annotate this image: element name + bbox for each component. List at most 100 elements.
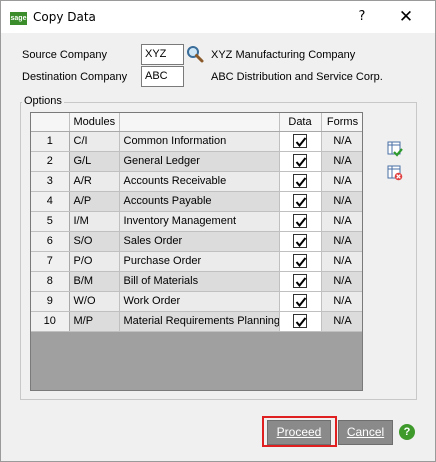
- table-row[interactable]: 7 P/O Purchase Order N/A: [31, 251, 362, 272]
- forms-value: N/A: [321, 131, 362, 152]
- data-cell[interactable]: [279, 211, 322, 232]
- select-all-icon[interactable]: [387, 141, 403, 157]
- module-name: Accounts Payable: [119, 191, 280, 212]
- row-number: 8: [31, 271, 70, 292]
- forms-value: N/A: [321, 271, 362, 292]
- module-code: C/I: [69, 131, 120, 152]
- source-company-name: XYZ Manufacturing Company: [211, 49, 356, 61]
- data-checkbox[interactable]: [293, 254, 307, 268]
- module-code: A/R: [69, 171, 120, 192]
- proceed-button[interactable]: Proceed: [267, 420, 331, 445]
- data-checkbox[interactable]: [293, 274, 307, 288]
- sage-app-icon: sage: [10, 12, 27, 25]
- table-row[interactable]: 6 S/O Sales Order N/A: [31, 231, 362, 252]
- data-cell[interactable]: [279, 171, 322, 192]
- data-checkbox[interactable]: [293, 314, 307, 328]
- forms-value: N/A: [321, 171, 362, 192]
- module-name: Work Order: [119, 291, 280, 312]
- data-cell[interactable]: [279, 191, 322, 212]
- data-cell[interactable]: [279, 271, 322, 292]
- row-number: 2: [31, 151, 70, 172]
- table-row[interactable]: 8 B/M Bill of Materials N/A: [31, 271, 362, 292]
- data-cell[interactable]: [279, 131, 322, 152]
- data-checkbox[interactable]: [293, 234, 307, 248]
- clear-all-icon[interactable]: [387, 165, 403, 181]
- grid-header-data[interactable]: Data: [279, 113, 322, 132]
- module-name: Common Information: [119, 131, 280, 152]
- forms-value: N/A: [321, 211, 362, 232]
- forms-value: N/A: [321, 291, 362, 312]
- source-company-label: Source Company: [22, 49, 107, 61]
- checkmark-icon: [295, 157, 307, 168]
- row-number: 5: [31, 211, 70, 232]
- forms-value: N/A: [321, 311, 362, 332]
- module-code: I/M: [69, 211, 120, 232]
- row-number: 1: [31, 131, 70, 152]
- forms-value: N/A: [321, 231, 362, 252]
- table-row[interactable]: 10 M/P Material Requirements Planning N/A: [31, 311, 362, 332]
- table-row[interactable]: 5 I/M Inventory Management N/A: [31, 211, 362, 232]
- data-checkbox[interactable]: [293, 214, 307, 228]
- grid-header-forms[interactable]: Forms: [321, 113, 362, 132]
- destination-company-name: ABC Distribution and Service Corp.: [211, 71, 383, 83]
- row-number: 3: [31, 171, 70, 192]
- data-checkbox[interactable]: [293, 174, 307, 188]
- checkmark-icon: [295, 257, 307, 268]
- grid-header-name[interactable]: [119, 113, 280, 132]
- grid-header-corner: [31, 113, 70, 132]
- module-name: Inventory Management: [119, 211, 280, 232]
- module-code: A/P: [69, 191, 120, 212]
- source-company-field[interactable]: XYZ: [141, 44, 184, 65]
- table-row[interactable]: 2 G/L General Ledger N/A: [31, 151, 362, 172]
- forms-value: N/A: [321, 151, 362, 172]
- help-icon[interactable]: ?: [399, 424, 415, 440]
- search-icon[interactable]: [185, 44, 205, 64]
- data-checkbox[interactable]: [293, 194, 307, 208]
- data-checkbox[interactable]: [293, 134, 307, 148]
- module-code: P/O: [69, 251, 120, 272]
- row-number: 4: [31, 191, 70, 212]
- module-name: Sales Order: [119, 231, 280, 252]
- module-code: B/M: [69, 271, 120, 292]
- checkmark-icon: [295, 177, 307, 188]
- data-checkbox[interactable]: [293, 294, 307, 308]
- checkmark-icon: [295, 197, 307, 208]
- grid-header-modules[interactable]: Modules: [69, 113, 120, 132]
- module-name: Accounts Receivable: [119, 171, 280, 192]
- checkmark-icon: [295, 277, 307, 288]
- checkmark-icon: [295, 217, 307, 228]
- module-code: G/L: [69, 151, 120, 172]
- checkmark-icon: [295, 317, 307, 328]
- modules-grid: Modules Data Forms 1 C/I Common Informatio…: [30, 112, 363, 391]
- table-row[interactable]: 9 W/O Work Order N/A: [31, 291, 362, 312]
- module-name: Bill of Materials: [119, 271, 280, 292]
- data-cell[interactable]: [279, 311, 322, 332]
- module-name: General Ledger: [119, 151, 280, 172]
- data-cell[interactable]: [279, 251, 322, 272]
- destination-company-label: Destination Company: [22, 71, 128, 83]
- proceed-button-label: Proceed: [276, 425, 322, 439]
- checkmark-icon: [295, 137, 307, 148]
- row-number: 7: [31, 251, 70, 272]
- data-cell[interactable]: [279, 231, 322, 252]
- data-checkbox[interactable]: [293, 154, 307, 168]
- checkmark-icon: [295, 297, 307, 308]
- row-number: 9: [31, 291, 70, 312]
- module-name: Purchase Order: [119, 251, 280, 272]
- forms-value: N/A: [321, 251, 362, 272]
- forms-value: N/A: [321, 191, 362, 212]
- row-number: 10: [31, 311, 70, 332]
- destination-company-field[interactable]: ABC: [141, 66, 184, 87]
- copy-data-dialog: sage Copy Data ? ✕ Source Company XYZ XY…: [0, 0, 436, 462]
- table-row[interactable]: 3 A/R Accounts Receivable N/A: [31, 171, 362, 192]
- cancel-button-label: Cancel: [346, 425, 385, 439]
- table-row[interactable]: 4 A/P Accounts Payable N/A: [31, 191, 362, 212]
- table-row[interactable]: 1 C/I Common Information N/A: [31, 131, 362, 152]
- data-cell[interactable]: [279, 291, 322, 312]
- data-cell[interactable]: [279, 151, 322, 172]
- window-title: Copy Data: [33, 10, 96, 24]
- row-number: 6: [31, 231, 70, 252]
- title-help-button[interactable]: ?: [347, 5, 377, 29]
- close-button[interactable]: ✕: [391, 5, 421, 29]
- cancel-button[interactable]: Cancel: [338, 420, 393, 445]
